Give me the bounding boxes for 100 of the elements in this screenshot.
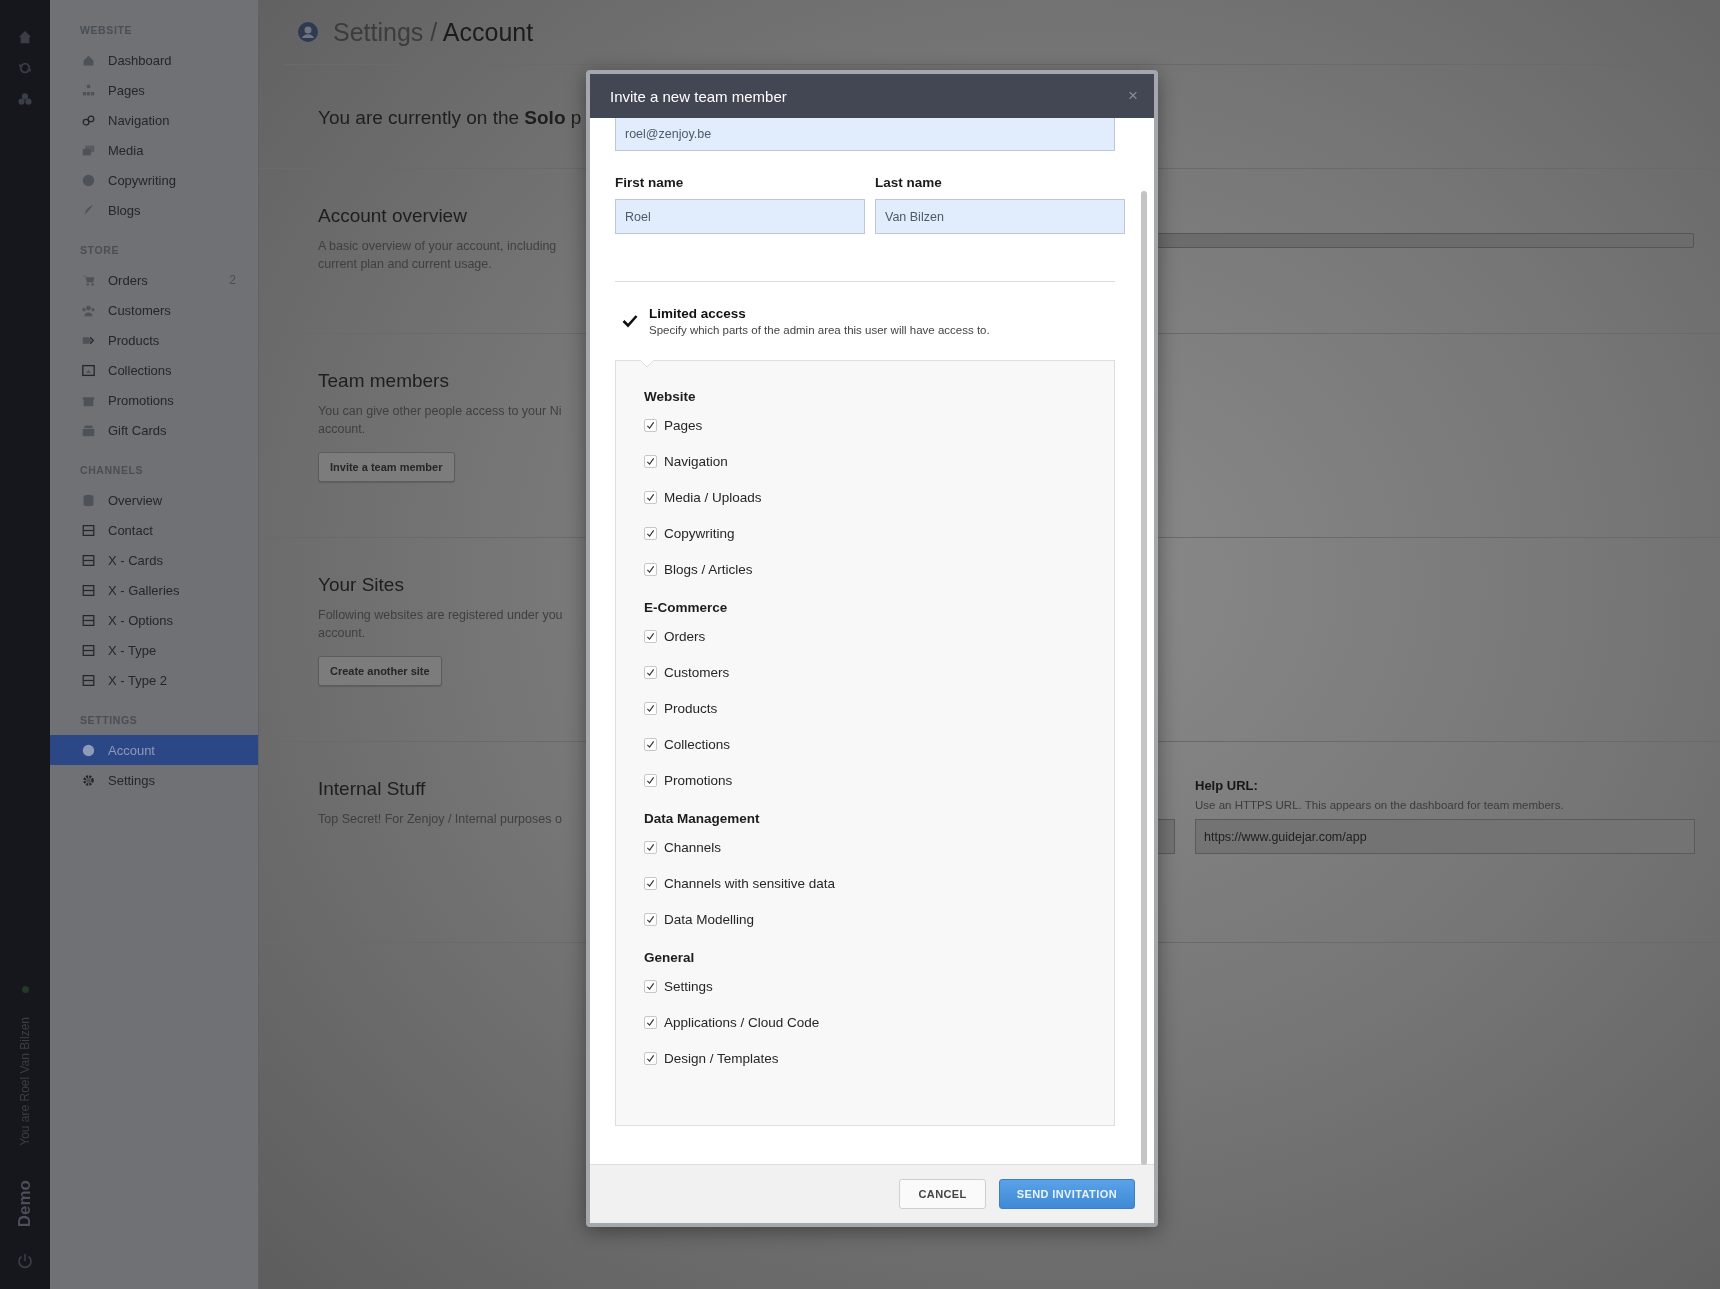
check-icon — [646, 981, 655, 991]
section-title: Your Sites — [318, 574, 405, 596]
status-dot — [21, 986, 29, 993]
check-icon — [646, 528, 655, 538]
checkbox-label: Collections — [664, 736, 731, 752]
close-button[interactable]: × — [1128, 86, 1138, 106]
item-label: Gift Cards — [108, 422, 168, 438]
sidebar-item[interactable]: Media — [50, 135, 258, 165]
check-icon — [646, 456, 655, 466]
checkbox-label: Pages — [664, 417, 703, 433]
sidebar-item[interactable]: Dashboard — [50, 45, 258, 75]
check-icon[interactable] — [622, 314, 638, 328]
checkbox[interactable] — [644, 737, 657, 751]
checkbox[interactable] — [644, 418, 657, 432]
send-button[interactable]: SEND INVITATION — [998, 1179, 1135, 1209]
item-label: X - Galleries — [108, 582, 181, 598]
first-name-field[interactable]: Roel — [615, 199, 865, 234]
item-label: X - Options — [108, 612, 175, 628]
check-icon — [646, 775, 655, 785]
checkbox[interactable] — [644, 562, 657, 576]
checkbox[interactable] — [644, 701, 657, 715]
cancel-button[interactable]: CANCEL — [899, 1179, 986, 1209]
sidebar-item[interactable]: X - Cards — [50, 545, 258, 575]
sidebar-item[interactable]: Customers — [50, 295, 258, 325]
sidebar-item[interactable]: Overview — [50, 485, 258, 515]
panel-icon — [82, 613, 95, 627]
sidebar-item[interactable]: Blogs — [50, 195, 258, 225]
dialog-title: Invite a new team member — [610, 87, 787, 105]
panel-icon — [82, 673, 95, 687]
feather-icon — [82, 203, 95, 217]
option-description: Specify which parts of the admin area this user will have access to. — [649, 324, 990, 336]
checkbox[interactable] — [644, 454, 657, 468]
sidebar-item[interactable]: Contact — [50, 515, 258, 545]
check-icon — [646, 667, 655, 677]
section-button[interactable]: Create another site — [318, 656, 442, 686]
scrollbar[interactable] — [1141, 191, 1147, 1165]
checkbox[interactable] — [644, 840, 657, 854]
checkbox[interactable] — [644, 979, 657, 993]
item-label: Overview — [108, 492, 164, 508]
section-title: Team members — [318, 370, 450, 392]
checkbox-label: Promotions — [664, 772, 733, 788]
sidebar-item[interactable]: Gift Cards — [50, 415, 258, 445]
check-icon — [646, 914, 655, 924]
checkbox[interactable] — [644, 1051, 657, 1065]
item-label: Navigation — [108, 112, 171, 128]
checkbox[interactable] — [644, 912, 657, 926]
sidebar-item[interactable]: Pages — [50, 75, 258, 105]
item-label: Media — [108, 142, 145, 158]
check-icon — [646, 631, 655, 641]
item-label: Collections — [108, 362, 173, 378]
item-label: Dashboard — [108, 52, 173, 68]
sidebar-item[interactable]: X - Galleries — [50, 575, 258, 605]
sidebar-item[interactable]: X - Type — [50, 635, 258, 665]
email-field[interactable]: roel@zenjoy.be — [615, 118, 1115, 151]
checkbox[interactable] — [644, 876, 657, 890]
group-title: E-Commerce — [644, 600, 729, 615]
group-title: Website — [644, 389, 697, 404]
sidebar-item[interactable]: Collections — [50, 355, 258, 385]
item-label: Contact — [108, 522, 154, 538]
last-name-field[interactable]: Van Bilzen — [875, 199, 1125, 234]
checkbox-label: Channels — [664, 839, 722, 855]
field-hint: Use an HTTPS URL. This appears on the dashboard for team members. — [1195, 799, 1565, 811]
item-label: Pages — [108, 82, 146, 98]
check-icon — [646, 420, 655, 430]
item-label: Promotions — [108, 392, 175, 408]
sidebar-item[interactable]: Promotions — [50, 385, 258, 415]
sidebar-item[interactable]: X - Options — [50, 605, 258, 635]
checkbox-label: Media / Uploads — [664, 489, 762, 505]
sidebar-item[interactable]: Navigation — [50, 105, 258, 135]
checkbox[interactable] — [644, 526, 657, 540]
sidebar-item[interactable]: Products — [50, 325, 258, 355]
sidebar-item[interactable]: Account — [50, 735, 258, 765]
item-label: X - Cards — [108, 552, 164, 568]
item-label: Customers — [108, 302, 172, 318]
checkbox-label: Customers — [664, 664, 730, 680]
check-icon — [646, 1053, 655, 1063]
help-url-field[interactable]: https://www.guidejar.com/app — [1195, 819, 1695, 854]
section-title: Internal Stuff — [318, 778, 427, 800]
checkbox[interactable] — [644, 665, 657, 679]
check-icon — [646, 564, 655, 574]
panel-icon — [82, 643, 95, 657]
checkbox-label: Blogs / Articles — [664, 561, 753, 577]
checkbox[interactable] — [644, 629, 657, 643]
images-icon — [82, 143, 95, 157]
sidebar-item[interactable]: X - Type 2 — [50, 665, 258, 695]
item-label: Products — [108, 332, 161, 348]
checkbox-label: Applications / Cloud Code — [664, 1014, 820, 1030]
item-label: X - Type — [108, 642, 158, 658]
item-label: X - Type 2 — [108, 672, 168, 688]
item-label: Copywriting — [108, 172, 177, 188]
workspace-name[interactable]: Demo — [15, 1179, 35, 1227]
checkbox-label: Navigation — [664, 453, 728, 469]
checkbox[interactable] — [644, 1015, 657, 1029]
checkbox[interactable] — [644, 773, 657, 787]
group-title: Data Management — [644, 811, 761, 826]
sidebar-item[interactable]: Settings — [50, 765, 258, 795]
sidebar-item[interactable]: Copywriting — [50, 165, 258, 195]
sitemap-icon — [82, 83, 95, 97]
checkbox[interactable] — [644, 490, 657, 504]
section-button[interactable]: Invite a team member — [318, 452, 455, 482]
